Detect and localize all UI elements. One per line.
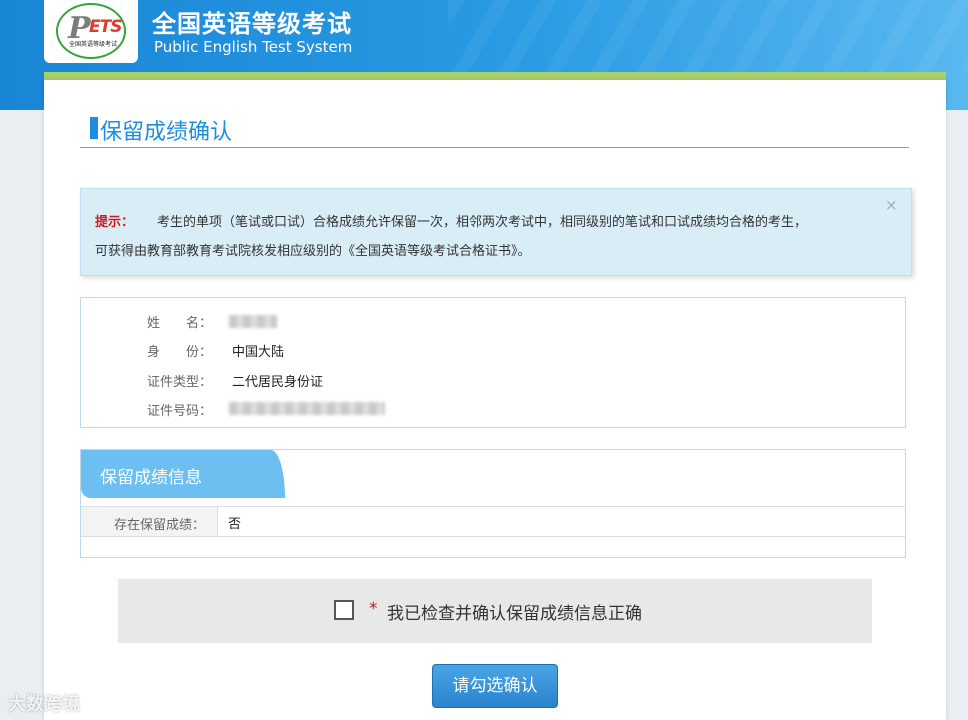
name-value-redacted <box>229 315 277 328</box>
page-title-area: 保留成绩确认 <box>80 114 909 148</box>
confirm-panel: * 我已检查并确认保留成绩信息正确 <box>118 579 872 643</box>
confirm-submit-button[interactable]: 请勾选确认 <box>432 664 558 708</box>
alert-text-line1: 考生的单项（笔试或口试）合格成绩允许保留一次，相邻两次考试中，相同级别的笔试和口… <box>157 215 808 230</box>
page-title: 保留成绩确认 <box>100 120 233 145</box>
required-mark: * <box>369 599 378 619</box>
id-number-redacted <box>229 402 385 415</box>
header-accent-line <box>44 72 946 80</box>
close-icon[interactable]: × <box>885 196 898 214</box>
name-label: 姓 名： <box>147 316 213 331</box>
id-type-label: 证件类型： <box>147 375 213 390</box>
main-card: 保留成绩确认 提示： 考生的单项（笔试或口试）合格成绩允许保留一次，相邻两次考试… <box>44 80 946 720</box>
logo-letters: ETS <box>89 17 122 37</box>
title-marker <box>90 117 98 139</box>
id-type-value: 二代居民身份证 <box>232 375 324 390</box>
retained-score-label: 存在保留成绩： <box>81 507 218 536</box>
identity-value: 中国大陆 <box>232 345 285 360</box>
logo-ring: P ETS 全国英语等级考试 <box>56 3 126 59</box>
confirm-checkbox-label[interactable]: 我已检查并确认保留成绩信息正确 <box>387 599 642 624</box>
identity-label: 身 份： <box>147 345 213 360</box>
alert-text-line2: 可获得由教育部教育考试院核发相应级别的《全国英语等级考试合格证书》。 <box>95 244 531 259</box>
retained-score-value: 否 <box>228 517 242 532</box>
pets-logo[interactable]: P ETS 全国英语等级考试 <box>44 0 138 63</box>
retained-score-row: 存在保留成绩： 否 <box>81 506 905 537</box>
alert-label: 提示： <box>95 215 135 230</box>
id-number-label: 证件号码： <box>147 404 213 419</box>
notice-alert: 提示： 考生的单项（笔试或口试）合格成绩允许保留一次，相邻两次考试中，相同级别的… <box>80 188 912 276</box>
site-title: 全国英语等级考试 <box>152 10 352 38</box>
logo-subtext: 全国英语等级考试 <box>68 41 117 48</box>
site-subtitle: Public English Test System <box>154 38 353 56</box>
header-decoration <box>448 0 968 72</box>
retained-score-title: 保留成绩信息 <box>100 468 202 488</box>
checkbox-icon[interactable] <box>334 600 354 620</box>
watermark: 大数跨境 <box>8 694 80 715</box>
candidate-info: 姓 名： 身 份： 中国大陆 证件类型： 二代居民身份证 证件号码： <box>80 297 906 428</box>
retained-score-section: 保留成绩信息 存在保留成绩： 否 <box>80 449 906 558</box>
retained-score-tab: 保留成绩信息 <box>81 450 285 498</box>
